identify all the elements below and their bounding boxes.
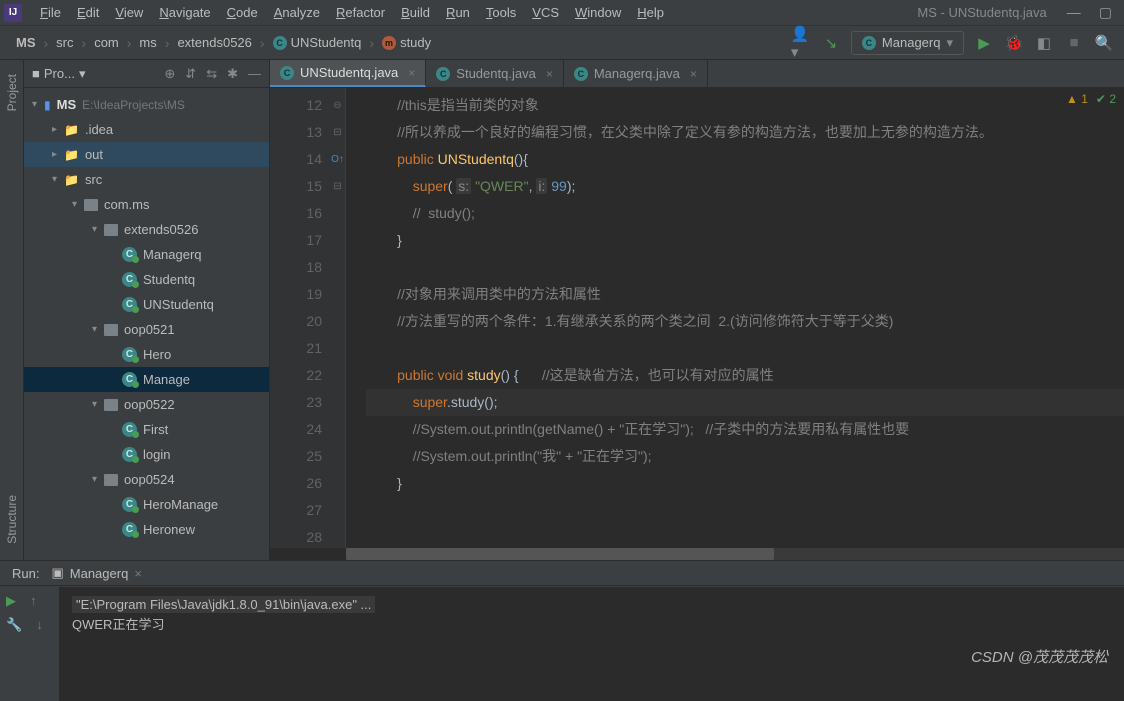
project-panel: ■ Pro... ▾ ⊕ ⇵ ⇆ ✱ — ▾▮MSE:\IdeaProjects… [24,60,270,560]
code-editor[interactable]: ▲ 1 ✔ 2 12131415161718192021222324252627… [270,88,1124,548]
stop-icon[interactable]: ■ [1064,33,1084,53]
project-panel-header: ■ Pro... ▾ ⊕ ⇵ ⇆ ✱ — [24,60,269,88]
crumb-method[interactable]: mstudy [376,33,437,52]
hammer-icon[interactable]: ↘ [821,33,841,53]
run-label: Run: [12,566,39,581]
expand-icon[interactable]: ⇵ [185,66,196,82]
tab-Managerq-java[interactable]: CManagerq.java× [564,60,708,87]
run-output[interactable]: "E:\Program Files\Java\jdk1.8.0_91\bin\j… [60,587,1124,701]
tree-managerq[interactable]: CManagerq [24,242,269,267]
tree-oop0524[interactable]: ▾oop0524 [24,467,269,492]
run-output-line: QWER正在学习 [72,615,1112,635]
crumb-src[interactable]: src [50,33,79,52]
locate-icon[interactable]: ⊕ [164,66,175,82]
menu-refactor[interactable]: Refactor [328,2,393,23]
run-command: "E:\Program Files\Java\jdk1.8.0_91\bin\j… [72,596,375,613]
menu-help[interactable]: Help [629,2,672,23]
code-content[interactable]: //this是指当前类的对象 //所以养成一个良好的编程习惯，在父类中除了定义有… [346,88,1124,548]
toolbar: MS › src › com › ms › extends0526 › CUNS… [0,26,1124,60]
run-icon[interactable]: ▶ [974,33,994,53]
menu-analyze[interactable]: Analyze [266,2,328,23]
menu-navigate[interactable]: Navigate [151,2,218,23]
run-panel-header: Run: ▣ Managerq × [0,560,1124,586]
run-config-tab[interactable]: ▣ Managerq × [51,565,141,581]
tree-first[interactable]: CFirst [24,417,269,442]
window-title: MS - UNStudentq.java [917,5,1046,20]
menu-edit[interactable]: Edit [69,2,107,23]
close-icon[interactable]: × [408,66,415,80]
hide-icon[interactable]: — [248,66,261,82]
menu-view[interactable]: View [107,2,151,23]
tree-extends0526[interactable]: ▾extends0526 [24,217,269,242]
inspection-status[interactable]: ▲ 1 ✔ 2 [1066,92,1116,106]
app-icon: IJ [4,4,22,22]
tree-heronew[interactable]: CHeronew [24,517,269,542]
tab-UNStudentq-java[interactable]: CUNStudentq.java× [270,60,426,87]
menu-vcs[interactable]: VCS [524,2,567,23]
menu-code[interactable]: Code [219,2,266,23]
tree-manage[interactable]: CManage [24,367,269,392]
tree-com-ms[interactable]: ▾com.ms [24,192,269,217]
crumb-ms[interactable]: ms [133,33,162,52]
left-tool-strip: Project Structure [0,60,24,560]
crumb-extends[interactable]: extends0526 [171,33,257,52]
rerun-icon[interactable]: ▶ [6,593,16,609]
editor-area: CUNStudentq.java×CStudentq.java×CManager… [270,60,1124,560]
run-config-selector[interactable]: C Managerq ▾ [851,31,964,55]
menubar: IJ FileEditViewNavigateCodeAnalyzeRefact… [0,0,1124,26]
crumb-class[interactable]: CUNStudentq [267,33,368,52]
tree-hero[interactable]: CHero [24,342,269,367]
tree-root[interactable]: ▾▮MSE:\IdeaProjects\MS [24,92,269,117]
search-icon[interactable]: 🔍 [1094,33,1114,53]
menu-file[interactable]: File [32,2,69,23]
menu-window[interactable]: Window [567,2,629,23]
breadcrumb: MS › src › com › ms › extends0526 › CUNS… [10,33,437,52]
menu-tools[interactable]: Tools [478,2,524,23]
horizontal-scrollbar[interactable] [346,548,1124,560]
project-panel-title[interactable]: ■ Pro... ▾ [32,66,85,82]
user-icon[interactable]: 👤▾ [791,33,811,53]
tree-out[interactable]: ▸📁out [24,142,269,167]
project-tree[interactable]: ▾▮MSE:\IdeaProjects\MS ▸📁.idea ▸📁out ▾📁s… [24,88,269,560]
run-panel: ▶ ↑ 🔧 ↓ "E:\Program Files\Java\jdk1.8.0_… [0,586,1124,701]
close-icon[interactable]: × [546,67,553,81]
project-tool-tab[interactable]: Project [3,68,21,117]
editor-tabs: CUNStudentq.java×CStudentq.java×CManager… [270,60,1124,88]
debug-icon[interactable]: 🐞 [1004,33,1024,53]
tree-login[interactable]: Clogin [24,442,269,467]
minimize-icon[interactable]: — [1067,4,1081,21]
tree-studentq[interactable]: CStudentq [24,267,269,292]
up-icon[interactable]: ↑ [30,593,37,609]
menu-run[interactable]: Run [438,2,478,23]
maximize-icon[interactable]: ▢ [1099,4,1112,21]
wrench-icon[interactable]: 🔧 [6,617,22,633]
tree-oop0522[interactable]: ▾oop0522 [24,392,269,417]
collapse-icon[interactable]: ⇆ [206,66,217,82]
tree-idea[interactable]: ▸📁.idea [24,117,269,142]
tree-unstudentq[interactable]: CUNStudentq [24,292,269,317]
line-numbers: 1213141516171819202122232425262728 [270,88,330,548]
gutter-marks: ⊖⊟O↑⊟ [330,88,346,548]
close-icon[interactable]: × [690,67,697,81]
main-area: Project Structure ■ Pro... ▾ ⊕ ⇵ ⇆ ✱ — ▾… [0,60,1124,560]
structure-tool-tab[interactable]: Structure [3,489,21,550]
run-tools: ▶ ↑ 🔧 ↓ [0,587,60,701]
down-icon[interactable]: ↓ [36,617,43,633]
settings-icon[interactable]: ✱ [227,66,238,82]
crumb-root[interactable]: MS [10,33,42,52]
menu-build[interactable]: Build [393,2,438,23]
crumb-com[interactable]: com [88,33,125,52]
tree-oop0521[interactable]: ▾oop0521 [24,317,269,342]
watermark: CSDN @茂茂茂茂松 [971,646,1108,667]
tab-Studentq-java[interactable]: CStudentq.java× [426,60,564,87]
coverage-icon[interactable]: ◧ [1034,33,1054,53]
tree-heromanage[interactable]: CHeroManage [24,492,269,517]
tree-src[interactable]: ▾📁src [24,167,269,192]
